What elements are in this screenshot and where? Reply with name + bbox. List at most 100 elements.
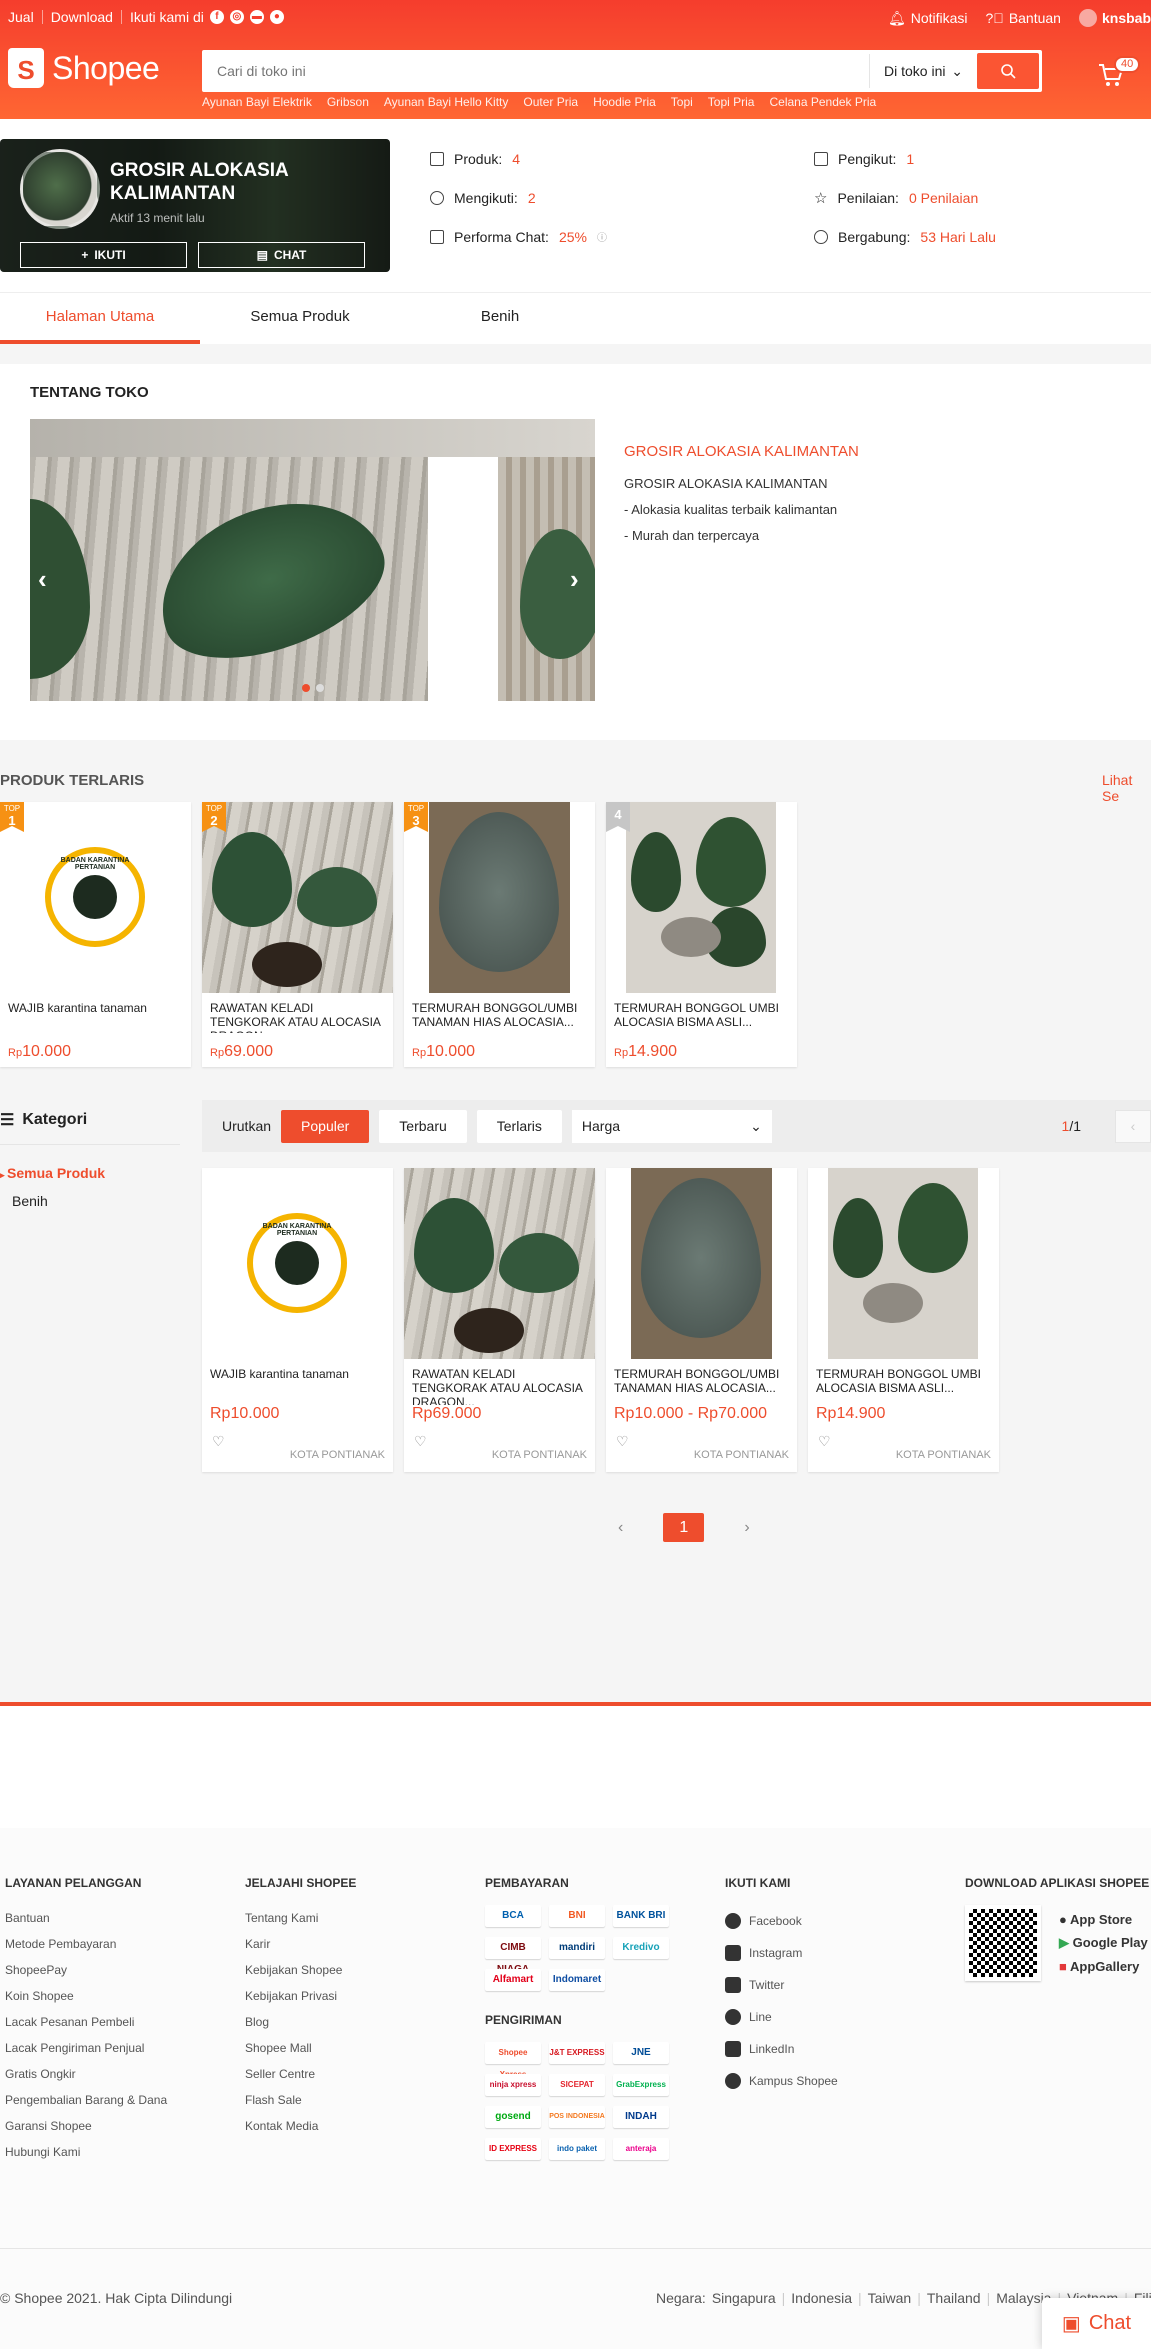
footer-link[interactable]: Gratis Ongkir [5, 2061, 167, 2087]
chat-button[interactable]: ▤ CHAT [198, 242, 365, 268]
help-link[interactable]: ?⃝ Bantuan [986, 10, 1061, 26]
top-product-card[interactable]: 4 TERMURAH BONGGOL UMBI ALOCASIA BISMA A… [606, 802, 797, 1067]
footer-link[interactable]: Lacak Pesanan Pembeli [5, 2009, 167, 2035]
suggestion-link[interactable]: Hoodie Pria [593, 95, 656, 109]
footer-link[interactable]: Seller Centre [245, 2061, 356, 2087]
footer-link[interactable]: Karir [245, 1931, 356, 1957]
carousel-prev-button[interactable]: ‹ [38, 564, 47, 595]
shipping-logo: INDAH [613, 2106, 669, 2128]
heart-icon[interactable]: ♡ [616, 1433, 629, 1450]
tab-halaman-utama[interactable]: Halaman Utama [0, 293, 200, 344]
info-icon[interactable]: ⓘ [597, 229, 607, 244]
notification-link[interactable]: 🔔︎ Notifikasi [888, 10, 968, 27]
search-button[interactable] [977, 53, 1039, 89]
heart-icon[interactable]: ♡ [818, 1433, 831, 1450]
app-store-link[interactable]: ● App Store [1059, 1912, 1148, 1927]
see-all-link[interactable]: Lihat Se [1102, 772, 1151, 804]
product-card[interactable]: TERMURAH BONGGOL UMBI ALOCASIA BISMA ASL… [808, 1168, 999, 1472]
page-button-current[interactable]: 1 [663, 1513, 705, 1542]
category-item-benih[interactable]: Benih [0, 1187, 180, 1215]
leaf-image [212, 832, 292, 927]
instagram-icon[interactable]: ◎ [229, 10, 244, 24]
payment-logo: BCA [485, 1905, 541, 1927]
top-product-card[interactable]: TOP 2 RAWATAN KELADI TENGKORAK ATAU ALOCA… [202, 802, 393, 1067]
footer-link[interactable]: Garansi Shopee [5, 2113, 167, 2139]
footer-link[interactable]: Shopee Mall [245, 2035, 356, 2061]
cart-button[interactable]: 40 [1098, 56, 1141, 90]
social-link-kampus[interactable]: Kampus Shopee [725, 2065, 838, 2097]
stat-value: 0 Penilaian [908, 189, 979, 206]
prev-page-button[interactable]: ‹ [1115, 1109, 1151, 1143]
footer-link[interactable]: Kebijakan Shopee [245, 1957, 356, 1983]
product-card[interactable]: BADAN KARANTINA PERTANIAN WAJIB karantin… [202, 1168, 393, 1472]
follow-button[interactable]: + IKUTI [20, 242, 187, 268]
heart-icon[interactable]: ♡ [212, 1433, 225, 1450]
social-link-linkedin[interactable]: LinkedIn [725, 2033, 838, 2065]
search-scope-select[interactable]: Di toko ini ⌄ [869, 54, 977, 88]
social-link-instagram[interactable]: Instagram [725, 1937, 838, 1969]
shop-avatar[interactable] [20, 149, 100, 229]
footer-link[interactable]: Kebijakan Privasi [245, 1983, 356, 2009]
sort-terbaru-button[interactable]: Terbaru [379, 1109, 467, 1143]
suggestion-link[interactable]: Ayunan Bayi Hello Kitty [384, 95, 509, 109]
social-link-twitter[interactable]: Twitter [725, 1969, 838, 2001]
country-link[interactable]: Thailand [927, 2290, 981, 2306]
banner-carousel[interactable]: ‹ › [30, 419, 595, 701]
footer-link[interactable]: Pengembalian Barang & Dana [5, 2087, 167, 2113]
category-item-semua-produk[interactable]: ▸ Semua Produk [0, 1159, 180, 1187]
heart-icon[interactable]: ♡ [414, 1433, 427, 1450]
shopee-logo[interactable]: S Shopee [8, 48, 160, 88]
footer-link[interactable]: Bantuan [5, 1905, 167, 1931]
tab-benih[interactable]: Benih [400, 293, 600, 344]
next-page-arrow[interactable]: › [744, 1519, 749, 1537]
carousel-dot[interactable] [316, 684, 324, 692]
suggestion-link[interactable]: Topi [671, 95, 693, 109]
suggestion-link[interactable]: Ayunan Bayi Elektrik [202, 95, 312, 109]
search-input[interactable] [205, 63, 869, 79]
suggestion-link[interactable]: Celana Pendek Pria [769, 95, 876, 109]
footer-link[interactable]: Lacak Pengiriman Penjual [5, 2035, 167, 2061]
carousel-dot[interactable] [302, 684, 310, 692]
product-image: BADAN KARANTINA PERTANIAN [202, 1168, 393, 1359]
footer-link[interactable]: Koin Shopee [5, 1983, 167, 2009]
about-description: GROSIR ALOKASIA KALIMANTAN GROSIR ALOKAS… [624, 439, 859, 549]
floating-chat-button[interactable]: ▣ Chat [1042, 2298, 1151, 2349]
stat-label: Pengikut: [838, 150, 897, 167]
footer-link[interactable]: Flash Sale [245, 2087, 356, 2113]
suggestion-link[interactable]: Outer Pria [523, 95, 578, 109]
footer-link[interactable]: ShopeePay [5, 1957, 167, 1983]
carousel-next-button[interactable]: › [570, 564, 579, 595]
facebook-icon[interactable]: f [209, 10, 224, 24]
prev-page-arrow[interactable]: ‹ [618, 1519, 623, 1537]
social-link-facebook[interactable]: Facebook [725, 1905, 838, 1937]
line-icon[interactable]: ▬ [249, 10, 264, 24]
footer-link[interactable]: Hubungi Kami [5, 2139, 167, 2165]
social-link-line[interactable]: Line [725, 2001, 838, 2033]
download-link[interactable]: Download [51, 9, 113, 25]
product-card[interactable]: RAWATAN KELADI TENGKORAK ATAU ALOCASIA D… [404, 1168, 595, 1472]
account-menu[interactable]: knsbab [1078, 9, 1151, 27]
stat-value: 53 Hari Lalu [920, 228, 996, 245]
footer-link[interactable]: Metode Pembayaran [5, 1931, 167, 1957]
app-gallery-link[interactable]: ■ AppGallery [1059, 1959, 1148, 1974]
country-link[interactable]: Indonesia [791, 2290, 852, 2306]
kampus-icon[interactable]: ● [269, 10, 284, 24]
top-product-card[interactable]: BADAN KARANTINA PERTANIAN TOP 1 WAJIB kar… [0, 802, 191, 1067]
tab-semua-produk[interactable]: Semua Produk [200, 293, 400, 344]
jual-link[interactable]: Jual [8, 9, 34, 25]
sort-price-select[interactable]: Harga ⌄ [571, 1109, 772, 1143]
footer-link[interactable]: Tentang Kami [245, 1905, 356, 1931]
shop-stats-right: Pengikut: 1 ☆ Penilaian: 0 Penilaian Bergab… [814, 139, 996, 256]
footer-link[interactable]: Blog [245, 2009, 356, 2035]
google-play-link[interactable]: ▶ Google Play [1059, 1935, 1148, 1951]
country-link[interactable]: Taiwan [868, 2290, 912, 2306]
footer-link[interactable]: Kontak Media [245, 2113, 356, 2139]
country-link[interactable]: Singapura [712, 2290, 776, 2306]
top-product-card[interactable]: TOP 3 TERMURAH BONGGOL/UMBI TANAMAN HIAS … [404, 802, 595, 1067]
sort-terlaris-button[interactable]: Terlaris [476, 1109, 562, 1143]
product-card[interactable]: TERMURAH BONGGOL/UMBI TANAMAN HIAS ALOCA… [606, 1168, 797, 1472]
rank-number: 2 [210, 813, 218, 828]
suggestion-link[interactable]: Gribson [327, 95, 369, 109]
sort-populer-button[interactable]: Populer [281, 1109, 370, 1143]
suggestion-link[interactable]: Topi Pria [708, 95, 755, 109]
